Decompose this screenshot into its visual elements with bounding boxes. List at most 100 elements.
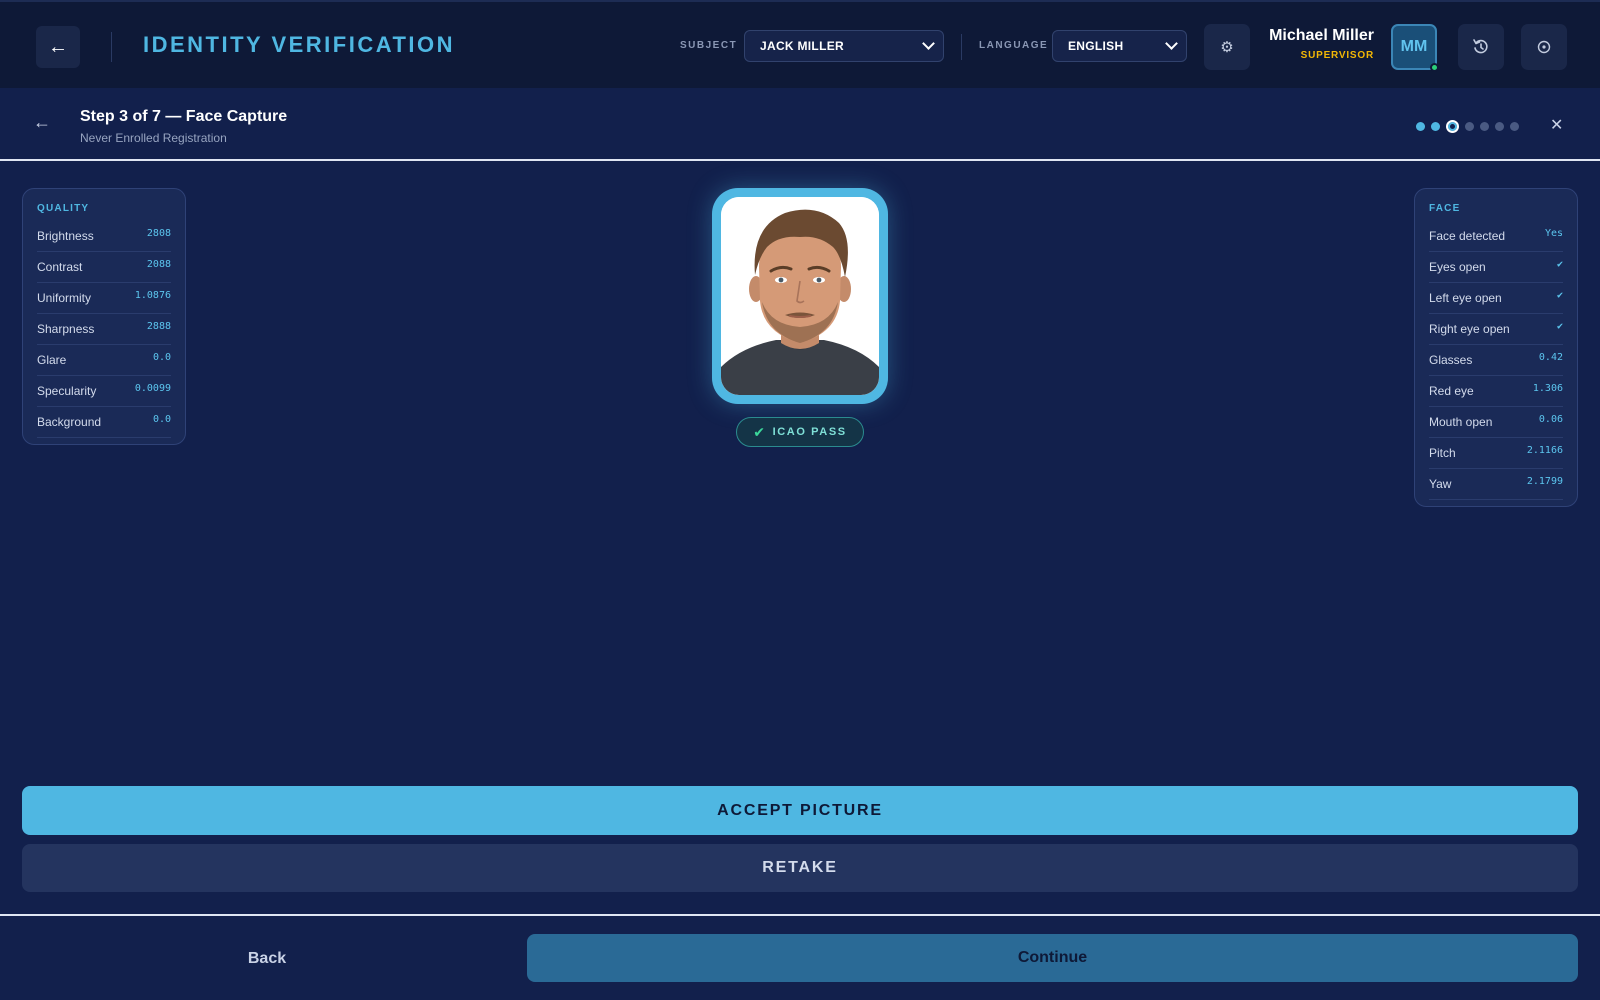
face-value: ✔: [1556, 289, 1563, 301]
face-row: Pitch 2.1166: [1429, 438, 1563, 469]
face-value: ✔: [1556, 320, 1563, 332]
power-button[interactable]: [1521, 24, 1567, 70]
face-label: Mouth open: [1429, 415, 1493, 429]
face-portrait-image: [721, 197, 879, 395]
app-title: IDENTITY VERIFICATION: [143, 32, 456, 57]
quality-value: 2808: [146, 227, 171, 239]
language-select[interactable]: ENGLISH: [1052, 30, 1187, 62]
user-name: Michael Miller: [1269, 27, 1374, 44]
face-label: Right eye open: [1429, 322, 1510, 336]
step-title: Step 3 of 7 — Face Capture: [80, 108, 288, 125]
subject-select[interactable]: JACK MILLER: [744, 30, 944, 62]
avatar-initials: MM: [1400, 38, 1428, 55]
quality-row: Brightness 2808: [37, 221, 171, 252]
quality-label: Specularity: [37, 384, 97, 398]
quality-panel: QUALITY Brightness 2808 Contrast 2088 Unifor…: [22, 188, 186, 445]
retake-button[interactable]: RETAKE: [22, 844, 1578, 892]
quality-metrics-list: Brightness 2808 Contrast 2088 Uniformity 1.08…: [37, 221, 171, 438]
quality-value: 2088: [146, 258, 171, 270]
step-back-arrow-icon[interactable]: ←: [33, 112, 51, 133]
history-button[interactable]: [1458, 24, 1504, 70]
settings-button[interactable]: ⚙: [1204, 24, 1250, 70]
step-dot-current: [1446, 120, 1459, 133]
quality-value: 0.0: [152, 413, 171, 425]
quality-value: 1.0876: [134, 289, 171, 301]
footer-divider: [0, 914, 1600, 916]
settings-icon: ⚙: [1220, 39, 1234, 56]
continue-button[interactable]: Continue: [527, 934, 1578, 982]
language-label: LANGUAGE: [979, 40, 1049, 51]
quality-row: Background 0.0: [37, 407, 171, 438]
face-label: Glasses: [1429, 353, 1473, 367]
step-dot: [1416, 122, 1425, 131]
subject-label: SUBJECT: [680, 40, 738, 51]
quality-label: Background: [37, 415, 102, 429]
quality-panel-title: QUALITY: [37, 203, 90, 214]
face-panel-title: FACE: [1429, 203, 1461, 214]
face-label: Left eye open: [1429, 291, 1502, 305]
face-value: ✔: [1556, 258, 1563, 270]
step-dot: [1431, 122, 1440, 131]
divider: [111, 32, 112, 62]
quality-label: Brightness: [37, 229, 94, 243]
step-subtitle: Never Enrolled Registration: [80, 131, 227, 145]
accept-picture-button[interactable]: ACCEPT PICTURE: [22, 786, 1578, 835]
face-row: Glasses 0.42: [1429, 345, 1563, 376]
chevron-down-icon: [922, 37, 935, 50]
face-row: Left eye open ✔: [1429, 283, 1563, 314]
face-label: Face detected: [1429, 229, 1506, 243]
step-dot: [1480, 122, 1489, 131]
power-icon: [1537, 40, 1551, 54]
captured-face-photo: [721, 197, 879, 395]
top-bar: ← IDENTITY VERIFICATION SUBJECT JACK MIL…: [0, 0, 1600, 88]
history-icon: [1473, 39, 1488, 54]
quality-value: 0.0: [152, 351, 171, 363]
quality-value: 2888: [146, 320, 171, 332]
checkmark-icon: ✔: [753, 423, 767, 440]
face-row: Mouth open 0.06: [1429, 407, 1563, 438]
face-row: Face detected Yes: [1429, 221, 1563, 252]
avatar[interactable]: MM: [1391, 24, 1439, 72]
step-header: ← Step 3 of 7 — Face Capture Never Enrol…: [0, 88, 1600, 161]
face-label: Eyes open: [1429, 260, 1486, 274]
chevron-down-icon: [1165, 37, 1178, 50]
subject-value: JACK MILLER: [760, 39, 844, 53]
face-value: 0.06: [1538, 413, 1563, 425]
back-button[interactable]: Back: [22, 935, 512, 983]
divider: [961, 34, 962, 60]
face-row: Red eye 1.306: [1429, 376, 1563, 407]
quality-label: Sharpness: [37, 322, 95, 336]
face-row: Right eye open ✔: [1429, 314, 1563, 345]
face-value: 1.306: [1532, 382, 1563, 394]
quality-row: Uniformity 1.0876: [37, 283, 171, 314]
quality-label: Glare: [37, 353, 67, 367]
face-row: Yaw 2.1799: [1429, 469, 1563, 500]
quality-row: Glare 0.0: [37, 345, 171, 376]
face-metrics-list: Face detected Yes Eyes open ✔ Left eye open ✔…: [1429, 221, 1563, 500]
face-value: Yes: [1544, 227, 1563, 239]
quality-row: Specularity 0.0099: [37, 376, 171, 407]
quality-value: 0.0099: [134, 382, 171, 394]
close-icon[interactable]: ✕: [1550, 115, 1563, 135]
face-value: 2.1166: [1526, 444, 1563, 456]
icao-status-badge: ✔ ICAO PASS: [736, 417, 864, 447]
step-dot: [1465, 122, 1474, 131]
icao-status-text: ICAO PASS: [772, 426, 847, 438]
step-dot: [1510, 122, 1519, 131]
step-dot: [1495, 122, 1504, 131]
face-panel: FACE Face detected Yes Eyes open ✔ Left eye …: [1414, 188, 1578, 507]
back-arrow-icon[interactable]: ←: [36, 26, 80, 68]
language-value: ENGLISH: [1068, 39, 1124, 53]
user-role: SUPERVISOR: [1300, 50, 1374, 61]
step-progress-dots: [1416, 120, 1519, 133]
quality-label: Contrast: [37, 260, 83, 274]
face-label: Yaw: [1429, 477, 1452, 491]
captured-photo-frame: [712, 188, 888, 404]
face-label: Red eye: [1429, 384, 1474, 398]
quality-row: Sharpness 2888: [37, 314, 171, 345]
face-value: 2.1799: [1526, 475, 1563, 487]
face-label: Pitch: [1429, 446, 1456, 460]
quality-label: Uniformity: [37, 291, 92, 305]
face-row: Eyes open ✔: [1429, 252, 1563, 283]
quality-row: Contrast 2088: [37, 252, 171, 283]
